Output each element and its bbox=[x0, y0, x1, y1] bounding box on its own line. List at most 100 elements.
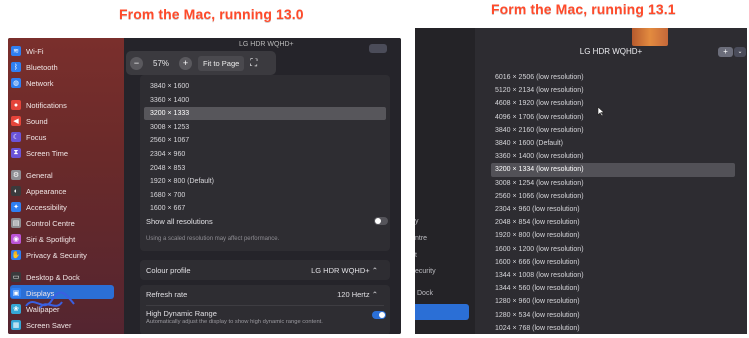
resolution-option[interactable]: 2560 × 1067 bbox=[144, 134, 386, 147]
resolution-option[interactable]: 1920 × 800 (low resolution) bbox=[491, 229, 735, 242]
resolution-option[interactable]: 3008 × 1254 (low resolution) bbox=[491, 177, 735, 190]
wallpaper-icon: ❀ bbox=[11, 304, 21, 314]
sidebar-item-bluetooth[interactable]: ᛒ Bluetooth bbox=[11, 60, 58, 74]
gear-icon: ⚙ bbox=[11, 170, 21, 180]
fit-to-page-button[interactable]: Fit to Page bbox=[198, 55, 245, 71]
sidebar-selection-highlight bbox=[415, 304, 469, 320]
sidebar-item-screen-time[interactable]: ⧗ Screen Time bbox=[11, 146, 68, 160]
resolution-option[interactable]: 2304 × 960 bbox=[144, 148, 386, 161]
performance-hint: Using a scaled resolution may affect per… bbox=[146, 236, 280, 242]
accessibility-icon: ✦ bbox=[11, 202, 21, 212]
left-screenshot: ≋ Wi-Fi ᛒ Bluetooth ◍ Network ● Notifications ◀ S… bbox=[8, 38, 401, 334]
bell-icon: ● bbox=[11, 100, 21, 110]
sidebar-item-desktop-dock[interactable]: ▭ Desktop & Dock bbox=[11, 270, 80, 284]
display-thumbnail bbox=[632, 28, 668, 46]
sidebar-item-label: Siri & Spotlight bbox=[26, 234, 76, 244]
add-display-menu-button[interactable]: ⌄ bbox=[734, 47, 746, 57]
hdr-description: Automatically adjust the display to show… bbox=[146, 319, 323, 325]
sidebar-item-sound[interactable]: ◀ Sound bbox=[11, 114, 48, 128]
sidebar-item-fragment[interactable]: y bbox=[415, 218, 419, 225]
resolution-option[interactable]: 1344 × 560 (low resolution) bbox=[491, 282, 735, 295]
control-centre-icon: ▤ bbox=[11, 218, 21, 228]
resolution-option[interactable]: 2304 × 960 (low resolution) bbox=[491, 203, 735, 216]
sidebar-item-network[interactable]: ◍ Network bbox=[11, 76, 54, 90]
siri-icon: ◉ bbox=[11, 234, 21, 244]
right-screenshot: y ntre t ecurity Dock LG HDR WQHD+ + ⌄ 6016 … bbox=[415, 28, 747, 334]
hourglass-icon: ⧗ bbox=[11, 148, 21, 158]
resolution-option[interactable]: 1280 × 960 (low resolution) bbox=[491, 295, 735, 308]
resolution-option[interactable]: 3840 × 1600 (Default) bbox=[491, 137, 735, 150]
sidebar-item-general[interactable]: ⚙ General bbox=[11, 168, 53, 182]
resolution-option[interactable]: 2560 × 1066 (low resolution) bbox=[491, 190, 735, 203]
resolution-option[interactable]: 3200 × 1333 bbox=[144, 107, 386, 121]
hdr-toggle[interactable] bbox=[372, 311, 386, 319]
sidebar-item-wi-fi[interactable]: ≋ Wi-Fi bbox=[11, 44, 44, 58]
resolution-option[interactable]: 1920 × 800 (Default) bbox=[144, 175, 386, 188]
show-all-toggle[interactable] bbox=[374, 217, 388, 225]
resolution-option[interactable]: 4096 × 1706 (low resolution) bbox=[491, 111, 735, 124]
moon-icon: ☾ bbox=[11, 132, 21, 142]
resolution-option[interactable]: 1600 × 667 bbox=[144, 202, 386, 215]
zoom-toolbar: − 57% + Fit to Page ⛶ bbox=[126, 51, 276, 75]
sidebar-item-screen-saver[interactable]: ▦ Screen Saver bbox=[11, 318, 71, 332]
fullscreen-icon[interactable]: ⛶ bbox=[250, 58, 257, 69]
sidebar-item-control-centre[interactable]: ▤ Control Centre bbox=[11, 216, 75, 230]
sidebar-item-privacy-security[interactable]: ✋ Privacy & Security bbox=[11, 248, 87, 262]
hand-icon: ✋ bbox=[11, 250, 21, 260]
screensaver-icon: ▦ bbox=[11, 320, 21, 330]
show-all-label: Show all resolutions bbox=[146, 217, 213, 226]
zoom-in-button[interactable]: + bbox=[179, 56, 193, 70]
refresh-rate-select[interactable]: 120 Hertz ⌃ bbox=[337, 290, 378, 299]
sidebar-item-label: Focus bbox=[26, 132, 47, 142]
settings-sidebar-cropped: y ntre t ecurity Dock bbox=[415, 28, 475, 334]
colour-profile-select[interactable]: LG HDR WQHD+ ⌃ bbox=[311, 266, 378, 275]
hdr-label: High Dynamic Range bbox=[146, 309, 217, 318]
resolution-option[interactable]: 1344 × 1008 (low resolution) bbox=[491, 269, 735, 282]
sidebar-item-fragment[interactable]: ntre bbox=[415, 235, 427, 242]
resolution-option[interactable]: 6016 × 2506 (low resolution) bbox=[491, 71, 735, 84]
resolution-panel: 3840 × 1600 3360 × 1400 3200 × 1333 3008 × … bbox=[140, 75, 390, 251]
resolution-option[interactable]: 2048 × 854 (low resolution) bbox=[491, 216, 735, 229]
sidebar-item-appearance[interactable]: ◐ Appearance bbox=[11, 184, 66, 198]
sidebar-item-siri-spotlight[interactable]: ◉ Siri & Spotlight bbox=[11, 232, 75, 246]
right-caption: Form the Mac, running 13.1 bbox=[491, 1, 676, 17]
sidebar-item-label: Notifications bbox=[26, 100, 67, 110]
sidebar-item-fragment[interactable]: t bbox=[415, 252, 417, 259]
sidebar-item-label: Sound bbox=[26, 116, 48, 126]
resolution-option[interactable]: 1024 × 768 (low resolution) bbox=[491, 322, 735, 334]
zoom-out-button[interactable]: − bbox=[130, 56, 143, 70]
sidebar-item-label: Appearance bbox=[26, 186, 67, 196]
resolution-option[interactable]: 3840 × 2160 (low resolution) bbox=[491, 124, 735, 137]
resolution-option[interactable]: 4608 × 1920 (low resolution) bbox=[491, 97, 735, 110]
resolution-option[interactable]: 3200 × 1334 (low resolution) bbox=[491, 163, 735, 177]
resolution-option[interactable]: 1600 × 666 (low resolution) bbox=[491, 256, 735, 269]
sidebar-item-label: General bbox=[26, 170, 53, 180]
displays-content: LG HDR WQHD+ − 57% + Fit to Page ⛶ 3840 … bbox=[124, 38, 401, 334]
add-display-button[interactable] bbox=[369, 44, 387, 53]
resolution-option[interactable]: 1280 × 534 (low resolution) bbox=[491, 309, 735, 322]
resolution-option[interactable]: 3360 × 1400 (low resolution) bbox=[491, 150, 735, 163]
speaker-icon: ◀ bbox=[11, 116, 21, 126]
resolution-option[interactable]: 1600 × 1200 (low resolution) bbox=[491, 243, 735, 256]
resolution-option[interactable]: 1680 × 700 bbox=[144, 189, 386, 202]
divider bbox=[146, 305, 384, 306]
header-partial: LG HDR WQHD+ bbox=[239, 41, 294, 48]
resolution-option[interactable]: 5120 × 2134 (low resolution) bbox=[491, 84, 735, 97]
resolution-option[interactable]: 3360 × 1400 bbox=[144, 94, 386, 107]
colour-profile-label: Colour profile bbox=[146, 266, 191, 275]
left-caption: From the Mac, running 13.0 bbox=[119, 6, 304, 22]
sidebar-item-fragment[interactable]: ecurity bbox=[415, 268, 436, 275]
sidebar-item-accessibility[interactable]: ✦ Accessibility bbox=[11, 200, 67, 214]
sidebar-item-label: Wi-Fi bbox=[26, 46, 44, 56]
sidebar-item-label: Screen Time bbox=[26, 148, 69, 158]
sidebar-item-notifications[interactable]: ● Notifications bbox=[11, 98, 67, 112]
sidebar-item-label: Accessibility bbox=[26, 202, 67, 212]
add-display-button[interactable]: + bbox=[718, 47, 733, 57]
resolution-option[interactable]: 2048 × 853 bbox=[144, 162, 386, 175]
sidebar-item-fragment[interactable]: Dock bbox=[417, 290, 433, 297]
resolution-option[interactable]: 3008 × 1253 bbox=[144, 121, 386, 134]
mouse-cursor-icon bbox=[597, 106, 605, 116]
colour-profile-row[interactable]: Colour profile LG HDR WQHD+ ⌃ bbox=[140, 260, 390, 280]
sidebar-item-focus[interactable]: ☾ Focus bbox=[11, 130, 46, 144]
resolution-option[interactable]: 3840 × 1600 bbox=[144, 80, 386, 93]
